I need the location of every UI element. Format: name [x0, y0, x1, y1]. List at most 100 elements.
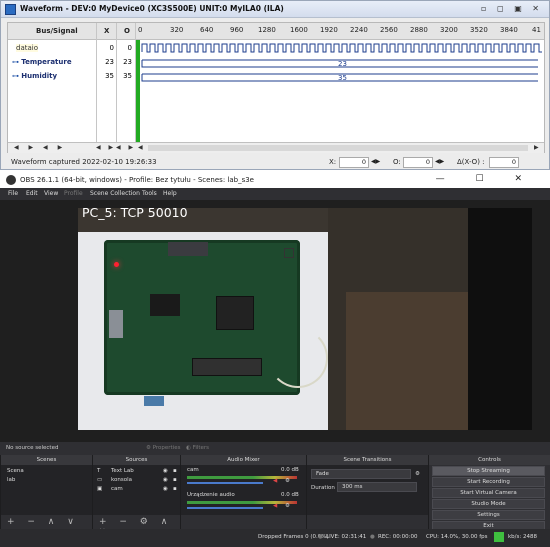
- sensor-module: [144, 396, 164, 406]
- signal-row-dataio[interactable]: dataio 0 0: [8, 42, 136, 55]
- start-virtual-camera-button[interactable]: Start Virtual Camera: [432, 488, 545, 498]
- capture-status: Waveform captured 2022-02-10 19:26:33: [11, 158, 157, 166]
- signal-name: dataio: [16, 44, 38, 52]
- menu-tools[interactable]: Tools: [142, 190, 157, 197]
- signal-name: ⊶ Temperature: [12, 58, 72, 66]
- lock-icon[interactable]: ▪: [173, 477, 177, 483]
- cam-dark-region: [468, 208, 532, 430]
- o-value: 35: [123, 72, 132, 80]
- tick-label: 1280: [258, 26, 276, 34]
- transitions-body: Fade ⚙ Duration 300 ms: [307, 465, 428, 515]
- visibility-eye-icon[interactable]: ◉: [163, 477, 168, 483]
- nav-arrows-left[interactable]: ◀ ▶ ◀ ▶: [14, 144, 66, 151]
- scroll-right-arrow[interactable]: ▶: [534, 144, 539, 151]
- controls-title: Controls: [429, 455, 550, 465]
- signal-row-humidity[interactable]: ⊶ Humidity 35 35: [8, 70, 136, 83]
- menu-profile[interactable]: Profile: [64, 190, 83, 197]
- mixer-channel-db: 0.0 dB: [281, 467, 299, 473]
- o-header: O: [124, 27, 130, 35]
- waveform-panel: Bus/Signal X O 0 320 640 960 1280 1600 1…: [7, 22, 545, 153]
- source-item[interactable]: cam: [111, 486, 123, 492]
- visibility-eye-icon[interactable]: ◉: [163, 468, 168, 474]
- tick-label: 2560: [380, 26, 398, 34]
- filters-button[interactable]: ◐ Filters: [186, 445, 209, 451]
- lock-icon[interactable]: ▪: [173, 468, 177, 474]
- menu-edit[interactable]: Edit: [26, 190, 38, 197]
- tick-label: 0: [138, 26, 143, 34]
- waveform-title-bar: Waveform - DEV:0 MyDevice0 (XC3S500E) UN…: [1, 1, 549, 18]
- mixer-settings-gear-icon[interactable]: ⚙: [285, 503, 290, 509]
- horizontal-scrollbar[interactable]: [148, 145, 528, 151]
- nav-arrows-x[interactable]: ◀ ▶: [96, 144, 116, 151]
- obs-menu-bar: File Edit View Profile Scene Collection …: [0, 188, 550, 200]
- volume-slider[interactable]: [187, 482, 263, 484]
- camera-source-icon: ▣: [97, 486, 103, 492]
- x-value: 0: [109, 44, 114, 52]
- obs-status-bar: Dropped Frames 0 (0.0%) ● LIVE: 02:31:41…: [0, 529, 550, 547]
- o-cursor-stepper[interactable]: ◀▶: [435, 158, 444, 165]
- waveform-window: Waveform - DEV:0 MyDevice0 (XC3S500E) UN…: [0, 0, 550, 170]
- transition-settings-gear-icon[interactable]: ⚙: [415, 471, 420, 477]
- waveform-status-bar: Waveform captured 2022-02-10 19:26:33 X:…: [1, 156, 549, 170]
- x-cursor-field[interactable]: 0: [339, 157, 369, 168]
- menu-scene-collection[interactable]: Scene Collection: [90, 190, 140, 197]
- cpu-fps: CPU: 14.0%, 30.00 fps: [426, 534, 488, 540]
- selection-handle[interactable]: [284, 248, 294, 258]
- tick-label: 3200: [440, 26, 458, 34]
- tick-label: 2880: [410, 26, 428, 34]
- menu-help[interactable]: Help: [163, 190, 177, 197]
- scene-item[interactable]: Scena: [7, 468, 24, 474]
- sources-dock: Sources Text Lab konsola cam T ▭ ▣ ◉ ▪ ◉…: [92, 455, 180, 537]
- menu-view[interactable]: View: [44, 190, 58, 197]
- live-time: LIVE: 02:31:41: [326, 534, 367, 540]
- source-item[interactable]: konsola: [111, 477, 132, 483]
- board-led: [114, 262, 119, 267]
- mute-speaker-icon[interactable]: ◀: [273, 503, 277, 509]
- tick-label: 1920: [320, 26, 338, 34]
- obs-app-icon: [6, 175, 16, 185]
- sources-toolbar[interactable]: + − ⚙ ∧ ∨: [93, 517, 180, 537]
- bitrate: kb/s: 2488: [508, 534, 537, 540]
- properties-button[interactable]: ⚙ Properties: [146, 445, 180, 451]
- controls-dock: Controls Stop Streaming Start Recording …: [428, 455, 550, 531]
- volume-slider[interactable]: [187, 507, 263, 509]
- menu-file[interactable]: File: [8, 190, 18, 197]
- scenes-toolbar[interactable]: + − ∧ ∨: [1, 517, 92, 529]
- mixer-settings-gear-icon[interactable]: ⚙: [285, 478, 290, 484]
- bus-signal-header: Bus/Signal: [36, 27, 78, 35]
- mute-speaker-icon[interactable]: ◀: [273, 478, 277, 484]
- transition-select[interactable]: Fade: [311, 469, 411, 479]
- waveform-header-row: Bus/Signal X O 0 320 640 960 1280 1600 1…: [8, 23, 544, 40]
- signal-row-temperature[interactable]: ⊶ Temperature 23 23: [8, 56, 136, 69]
- x-cursor-stepper[interactable]: ◀▶: [371, 158, 380, 165]
- window-source-icon: ▭: [97, 477, 103, 483]
- window-control-buttons[interactable]: ▫ ◻ ▣ ✕: [481, 4, 543, 13]
- o-cursor-label: O:: [393, 158, 401, 166]
- preview-area[interactable]: PC_5: TCP 50010: [0, 200, 550, 442]
- scroll-left-arrow[interactable]: ◀: [138, 144, 143, 151]
- nav-arrows-o[interactable]: ◀ ▶: [116, 144, 136, 151]
- volume-meter: [187, 476, 297, 479]
- duration-label: Duration: [311, 485, 335, 491]
- scroll-nav-row[interactable]: ◀ ▶ ◀ ▶ ◀ ▶ ◀ ▶ ◀ ▶: [8, 142, 544, 153]
- waveform-traces: [141, 43, 542, 82]
- source-item[interactable]: Text Lab: [111, 468, 134, 474]
- obs-window-buttons[interactable]: — ☐ ✕: [436, 174, 536, 184]
- settings-button[interactable]: Settings: [432, 510, 545, 520]
- lock-icon[interactable]: ▪: [173, 486, 177, 492]
- o-value: 0: [127, 44, 132, 52]
- tick-label: 1600: [290, 26, 308, 34]
- visibility-eye-icon[interactable]: ◉: [163, 486, 168, 492]
- o-cursor-field[interactable]: 0: [403, 157, 433, 168]
- duration-spinbox[interactable]: 300 ms: [337, 482, 417, 492]
- text-source-icon: T: [97, 468, 101, 474]
- sources-dock-title: Sources: [93, 455, 180, 465]
- obs-title: OBS 26.1.1 (64-bit, windows) - Profile: …: [20, 176, 254, 184]
- rec-indicator-icon: ●: [370, 534, 375, 540]
- audio-mixer-title: Audio Mixer: [181, 455, 306, 465]
- board-chip: [150, 294, 180, 316]
- scene-item[interactable]: lab: [7, 477, 15, 483]
- stop-streaming-button[interactable]: Stop Streaming: [432, 466, 545, 476]
- studio-mode-button[interactable]: Studio Mode: [432, 499, 545, 509]
- start-recording-button[interactable]: Start Recording: [432, 477, 545, 487]
